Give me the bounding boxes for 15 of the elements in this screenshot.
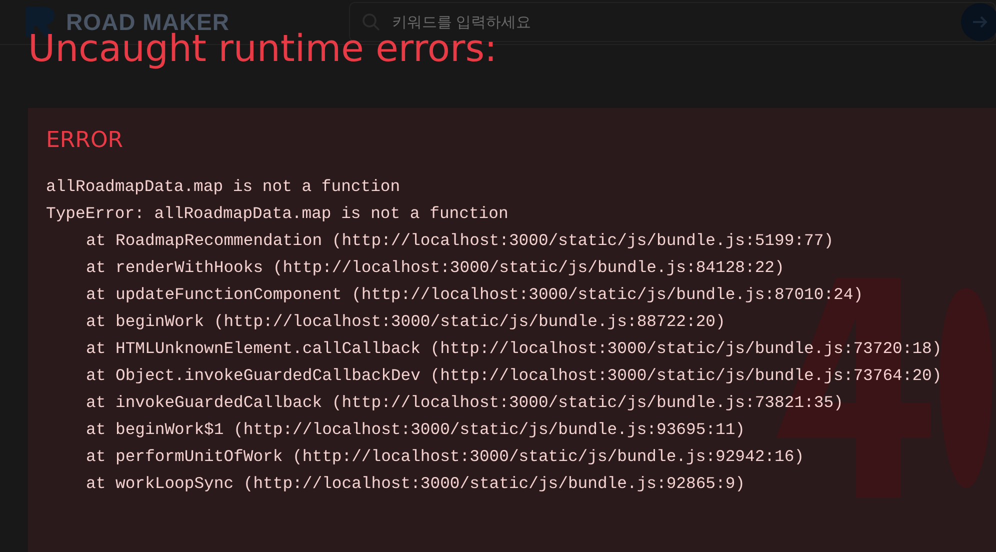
stack-frame: at updateFunctionComponent (http://localhost:3000/static/js/bundle.js:87010:24)	[46, 281, 996, 308]
stack-frame: at renderWithHooks (http://localhost:3000/static/js/bundle.js:84128:22)	[46, 254, 996, 282]
error-heading: ERROR	[46, 128, 124, 154]
stack-trace-header: TypeError: allRoadmapData.map is not a function	[46, 203, 510, 226]
stack-frame: at Object.invokeGuardedCallbackDev (http://localhost:3000/static/js/bundle.js:73764:20)	[46, 362, 996, 390]
stack-frame: at beginWork$1 (http://localhost:3000/static/js/bundle.js:93695:11)	[46, 416, 996, 444]
stack-frame: at beginWork (http://localhost:3000/static/js/bundle.js:88722:20)	[46, 308, 996, 336]
error-message: allRoadmapData.map is not a function	[46, 176, 402, 198]
stack-frame: at performUnitOfWork (http://localhost:3000/static/js/bundle.js:92942:16)	[46, 443, 996, 470]
search-field[interactable]: 키워드를 입력하세요	[390, 12, 951, 32]
stack-frame: at invokeGuardedCallback (http://localhost:3000/static/js/bundle.js:73821:35)	[46, 389, 996, 416]
stack-frame: at RoadmapRecommendation (http://localhost:3000/static/js/bundle.js:5199:77)	[46, 227, 996, 254]
stack-frame: at HTMLUnknownElement.callCallback (http://localhost:3000/static/js/bundle.js:73720:18)	[46, 335, 996, 362]
search-submit-button[interactable]	[961, 3, 996, 41]
stack-frame: at workLoopSync (http://localhost:3000/static/js/bundle.js:92865:9)	[46, 470, 996, 498]
